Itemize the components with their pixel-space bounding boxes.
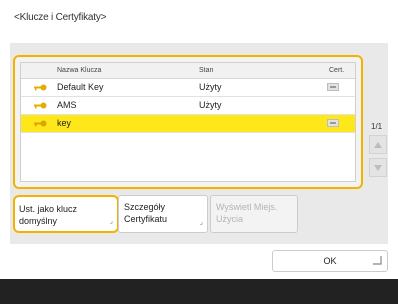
key-list-body: Nazwa Klucza Stan Cert. Default Key Użyt… [20, 62, 356, 182]
page-indicator: 1/1 [371, 122, 383, 131]
key-icon [34, 120, 47, 127]
screen-title: <Klucze i Certyfikaty> [14, 12, 107, 23]
certificate-icon [327, 119, 339, 127]
ok-button[interactable]: OK [272, 250, 388, 272]
key-row-ams[interactable]: AMS Użyty [21, 97, 355, 115]
column-header-cert: Cert. [329, 67, 345, 74]
list-header: Nazwa Klucza Stan Cert. [21, 63, 355, 79]
column-header-status: Stan [199, 67, 214, 74]
key-status: Użyty [199, 100, 222, 110]
key-icon [34, 84, 47, 91]
key-status: Użyty [199, 82, 222, 92]
certificate-details-label: Szczegóły Certyfikatu [124, 202, 168, 224]
ok-label: OK [323, 256, 337, 266]
arrow-down-icon [374, 165, 382, 171]
arrow-up-icon [374, 142, 382, 148]
certificate-details-button[interactable]: Szczegóły Certyfikatu ⌟ [118, 195, 208, 233]
status-bar [0, 279, 398, 304]
key-list[interactable]: Nazwa Klucza Stan Cert. Default Key Użyt… [13, 55, 363, 189]
corner-mark-icon [373, 256, 382, 265]
key-name: Default Key [57, 82, 104, 92]
key-name: AMS [57, 100, 77, 110]
key-row-default-key[interactable]: Default Key Użyty [21, 79, 355, 97]
corner-mark-icon: ⌟ [199, 219, 203, 226]
show-usage-location-button[interactable]: Wyświetl Miejs. Użycia [210, 195, 298, 233]
column-header-key-name: Nazwa Klucza [57, 67, 102, 74]
set-as-default-key-button[interactable]: Ust. jako klucz domyślny ⌟ [13, 195, 119, 233]
scroll-up-button[interactable] [369, 135, 387, 154]
key-name: key [57, 118, 72, 128]
corner-mark-icon: ⌟ [109, 218, 113, 225]
scroll-down-button[interactable] [369, 158, 387, 177]
show-usage-location-label: Wyświetl Miejs. Użycia [216, 202, 278, 224]
set-as-default-key-label: Ust. jako klucz domyślny [19, 204, 78, 226]
certificate-icon [327, 83, 339, 91]
key-icon [34, 102, 47, 109]
key-row-key-selected[interactable]: key [21, 115, 355, 133]
